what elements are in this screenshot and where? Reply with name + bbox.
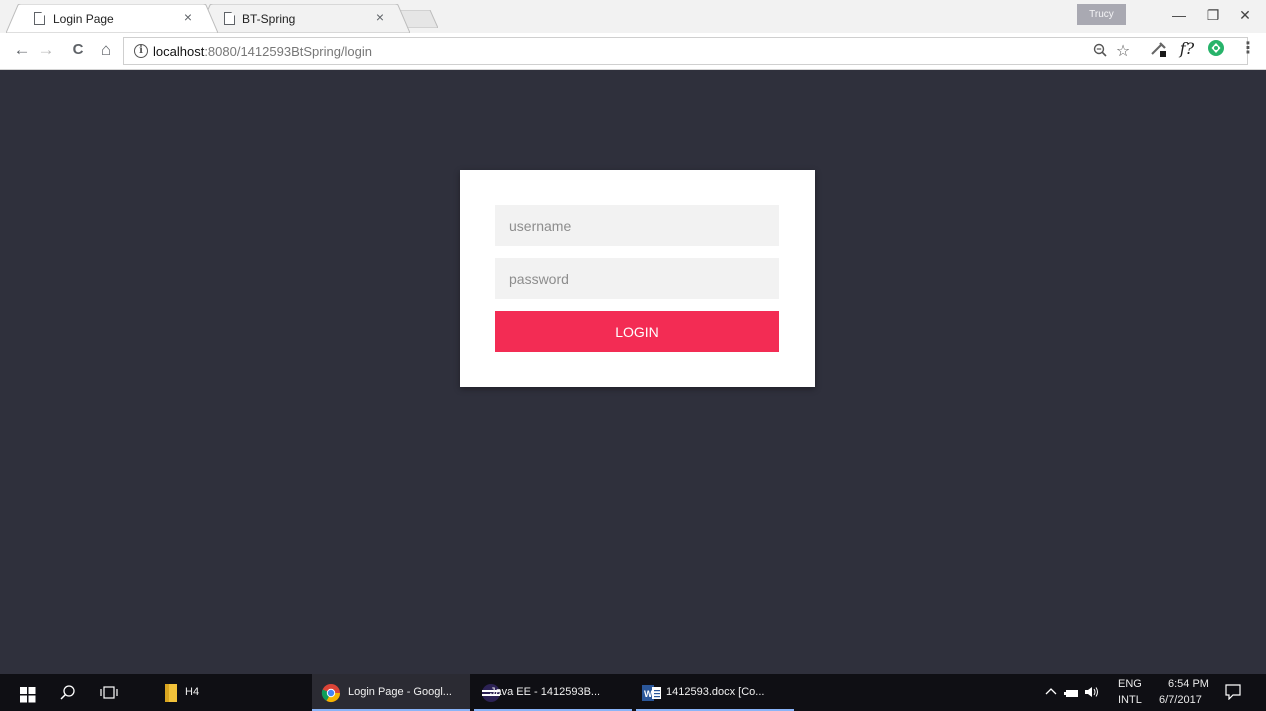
zoom-icon[interactable] bbox=[1091, 43, 1109, 61]
restore-button[interactable]: ❐ bbox=[1203, 6, 1223, 24]
svg-text:W: W bbox=[644, 689, 653, 699]
profile-name-badge[interactable]: Trucy bbox=[1077, 4, 1126, 25]
url-text[interactable]: localhost:8080/1412593BtSpring/login bbox=[153, 44, 372, 59]
word-icon: W bbox=[642, 685, 661, 701]
tray-chevron-up-icon[interactable] bbox=[1045, 685, 1057, 705]
page-content: LOGIN bbox=[0, 70, 1266, 674]
password-input[interactable] bbox=[495, 258, 779, 299]
username-input[interactable] bbox=[495, 205, 779, 246]
home-button[interactable]: ⌂ bbox=[96, 40, 116, 60]
tab-login-page[interactable]: Login Page × bbox=[6, 4, 218, 33]
action-center-icon[interactable] bbox=[1225, 684, 1241, 704]
windows-taskbar: H4 Login Page - Googl... Java EE - 14125… bbox=[0, 674, 1266, 711]
eyedropper-extension-icon[interactable] bbox=[1149, 39, 1169, 59]
tab-close-icon[interactable]: × bbox=[376, 10, 384, 24]
chrome-icon bbox=[321, 684, 340, 703]
task-view-icon[interactable] bbox=[99, 683, 119, 703]
tab-title: Login Page bbox=[53, 12, 114, 26]
taskbar-item-label: H4 bbox=[185, 686, 200, 698]
bookmark-star-icon[interactable]: ☆ bbox=[1114, 43, 1132, 61]
search-icon[interactable] bbox=[59, 683, 77, 703]
screen: Login Page × BT-Spring × Trucy — ❐ ✕ ← →… bbox=[0, 0, 1266, 711]
url-host: localhost bbox=[153, 44, 205, 59]
tab-bt-spring[interactable]: BT-Spring × bbox=[198, 4, 410, 33]
login-button[interactable]: LOGIN bbox=[495, 311, 779, 352]
volume-icon[interactable] bbox=[1084, 685, 1100, 705]
info-icon[interactable]: i bbox=[134, 44, 148, 58]
windows-start-icon[interactable] bbox=[20, 683, 36, 703]
clock-time[interactable]: 6:54 PM bbox=[1168, 678, 1209, 690]
back-button[interactable]: ← bbox=[12, 40, 32, 60]
taskbar-item-label: 1412593.docx [Co... bbox=[666, 686, 765, 698]
login-card: LOGIN bbox=[460, 170, 815, 387]
reload-button[interactable]: C bbox=[68, 40, 88, 60]
function-extension-icon[interactable]: f? bbox=[1177, 39, 1197, 59]
address-bar[interactable]: i localhost:8080/1412593BtSpring/login ☆ bbox=[123, 37, 1248, 65]
browser-toolbar: ← → C ⌂ i localhost:8080/1412593BtSpring… bbox=[0, 33, 1266, 70]
url-path: :8080/1412593BtSpring/login bbox=[204, 44, 373, 59]
folder-icon bbox=[165, 684, 177, 702]
green-extension-icon[interactable] bbox=[1206, 39, 1226, 59]
battery-network-icon[interactable] bbox=[1064, 686, 1080, 706]
taskbar-item-chrome[interactable]: Login Page - Googl... bbox=[312, 674, 470, 711]
browser-menu-icon[interactable]: ⋮ bbox=[1238, 39, 1258, 59]
taskbar-item-eclipse[interactable]: Java EE - 1412593B... bbox=[474, 674, 632, 711]
taskbar-item-label: Login Page - Googl... bbox=[348, 686, 452, 698]
taskbar-item-word[interactable]: W 1412593.docx [Co... bbox=[636, 674, 794, 711]
tab-close-icon[interactable]: × bbox=[184, 10, 192, 24]
tab-title: BT-Spring bbox=[242, 12, 296, 26]
taskbar-item-folder-h4[interactable]: H4 bbox=[158, 674, 218, 711]
clock-date[interactable]: 6/7/2017 bbox=[1159, 694, 1202, 706]
taskbar-item-label: Java EE - 1412593B... bbox=[490, 686, 601, 698]
minimize-button[interactable]: — bbox=[1169, 6, 1189, 24]
forward-button[interactable]: → bbox=[36, 40, 56, 60]
close-window-button[interactable]: ✕ bbox=[1235, 6, 1255, 24]
browser-tab-strip: Login Page × BT-Spring × Trucy — ❐ ✕ bbox=[0, 0, 1266, 33]
language-indicator-top[interactable]: ENG bbox=[1118, 678, 1142, 690]
language-indicator-bottom[interactable]: INTL bbox=[1118, 694, 1142, 706]
